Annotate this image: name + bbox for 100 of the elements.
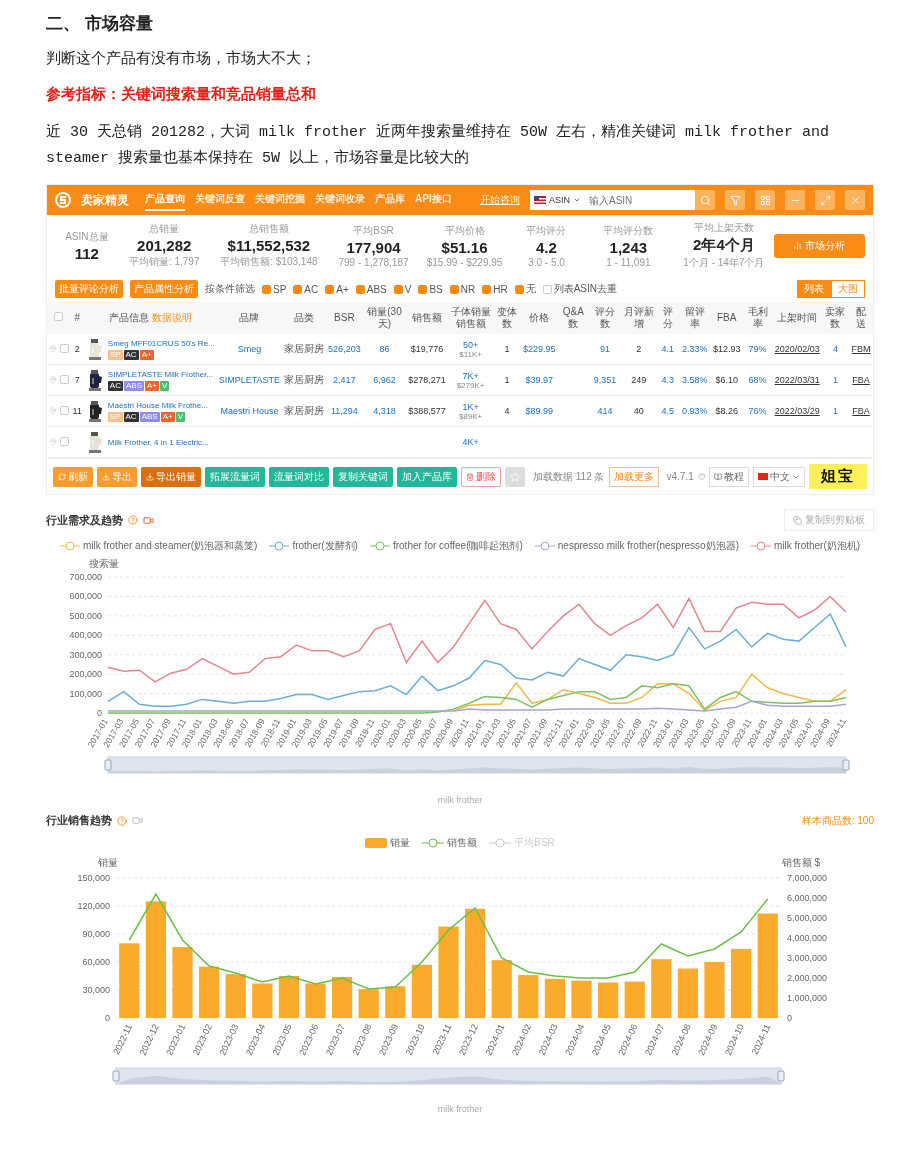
checkbox[interactable]	[262, 284, 271, 294]
axis-title: 搜索量	[89, 558, 119, 569]
tag: AC	[123, 411, 139, 422]
checkbox[interactable]	[54, 312, 64, 321]
checkbox[interactable]	[482, 284, 492, 294]
column-header[interactable]: 品类	[294, 312, 315, 324]
axis-label: 0	[97, 708, 102, 718]
legend-label[interactable]: frother(发酵剂)	[292, 539, 358, 553]
market-select[interactable]: ASIN	[530, 190, 585, 210]
axis-label: 150,000	[77, 873, 110, 883]
brand-link[interactable]: Smeg	[237, 344, 262, 354]
checkbox[interactable]	[514, 284, 524, 294]
legend-marker[interactable]	[489, 838, 512, 848]
book-icon	[714, 472, 722, 481]
maximize-button[interactable]	[815, 190, 835, 210]
help-icon[interactable]	[128, 515, 138, 525]
table-cell: 1	[832, 406, 838, 416]
help-icon[interactable]	[117, 815, 127, 826]
toolbar-button[interactable]: 删除	[461, 466, 501, 487]
table-cell: 76%	[748, 406, 767, 416]
zoom-slider[interactable]	[112, 1067, 785, 1085]
pin-icon[interactable]	[49, 406, 57, 415]
product-title[interactable]: Milk Frother, 4 in 1 Electric...	[107, 437, 209, 447]
table-cell: 79%	[748, 344, 767, 354]
pin-icon[interactable]	[49, 344, 57, 353]
checkbox-label: BS	[429, 283, 443, 295]
axis-label: 5,000,000	[787, 913, 828, 923]
legend-marker[interactable]	[369, 541, 390, 551]
column-header[interactable]: 品牌	[239, 312, 260, 324]
table-cell-text: $279K+	[455, 380, 486, 390]
legend-marker[interactable]	[365, 838, 388, 848]
video-icon[interactable]	[132, 815, 143, 826]
close-button[interactable]	[845, 190, 865, 210]
table-cell: $39.97	[525, 375, 553, 385]
stat-value: $11,552,532	[227, 237, 311, 254]
language-select[interactable]: 中文	[753, 466, 805, 487]
table-cell: $6.10	[715, 375, 738, 385]
category-text: 家居厨房	[284, 374, 325, 385]
legend-label[interactable]: frother for coffee(咖啡起泡剂)	[392, 539, 523, 553]
product-title[interactable]: Smeg MFF01CRUS 50's Re...	[107, 338, 215, 348]
legend-marker[interactable]	[534, 541, 555, 551]
checkbox[interactable]	[59, 343, 69, 353]
pin-icon[interactable]	[49, 375, 57, 384]
checkbox[interactable]	[355, 284, 365, 294]
rank-number: 11	[72, 406, 82, 416]
brand-link[interactable]: SIMPLETASTE	[218, 375, 281, 385]
help-icon[interactable]	[697, 472, 705, 481]
toolbar-button[interactable]: 导出销量	[141, 466, 201, 487]
checkbox[interactable]	[449, 284, 459, 294]
checkbox[interactable]	[325, 284, 335, 294]
legend-label[interactable]: milk frother(奶泡机)	[773, 539, 861, 553]
axis-label: 6,000,000	[787, 893, 828, 903]
table-cell: $12.93	[712, 344, 741, 354]
legend-marker[interactable]	[269, 541, 290, 551]
checkbox[interactable]	[418, 284, 428, 294]
search-button[interactable]	[695, 190, 715, 210]
legend-marker[interactable]	[422, 838, 445, 848]
legend-marker[interactable]	[750, 541, 771, 551]
column-header[interactable]: #	[74, 312, 80, 324]
table-cell: $229.95	[522, 344, 556, 354]
filter-button[interactable]	[725, 190, 745, 210]
stat-note: 799 - 1,278,187	[338, 256, 409, 268]
sample-count: 样本商品数: 100	[801, 813, 874, 828]
product-title[interactable]: Maestri House Milk Frothe...	[107, 400, 208, 410]
legend-label[interactable]: 销售额	[447, 836, 478, 850]
search-field[interactable]: 输入ASIN	[585, 190, 695, 210]
table-cell: 4,318	[373, 406, 396, 416]
table-cell: 86	[379, 344, 390, 354]
legend-label[interactable]: milk frother and steamer(奶泡器和蒸笼)	[82, 539, 258, 553]
checkbox[interactable]	[59, 374, 69, 384]
legend-label[interactable]: 销量	[390, 836, 411, 850]
brand-link[interactable]: Maestri House	[220, 406, 279, 416]
table-cell: 1	[504, 375, 510, 385]
table-cell: 4	[504, 406, 510, 416]
table-cell: 4.5	[661, 406, 674, 416]
product-title[interactable]: SIMPLETASTE Milk Frother...	[107, 369, 214, 379]
checkbox[interactable]	[542, 284, 552, 294]
checkbox[interactable]	[59, 405, 69, 415]
zoom-slider[interactable]	[104, 756, 850, 774]
layout-button[interactable]	[755, 190, 775, 210]
checkbox[interactable]	[59, 436, 69, 446]
download-icon	[146, 472, 154, 481]
pin-icon[interactable]	[49, 437, 57, 446]
tutorial-button[interactable]: 教程	[709, 466, 749, 487]
table-cell-text: 4K+	[461, 437, 480, 447]
checkbox[interactable]	[393, 284, 403, 294]
legend-marker[interactable]	[59, 541, 80, 551]
checkbox[interactable]	[293, 284, 303, 294]
stat-value: 177,904	[346, 238, 401, 256]
axis-label: 3,000,000	[787, 953, 828, 963]
axis-label: 120,000	[77, 901, 110, 911]
table-cell: 2022/03/31	[774, 375, 820, 385]
table-cell: $19,776	[410, 344, 444, 354]
star-button[interactable]	[505, 466, 525, 487]
video-icon[interactable]	[143, 514, 154, 526]
column-header[interactable]: 产品信息	[108, 312, 149, 324]
legend-label[interactable]: nespresso milk frother(nespresso奶泡器)	[557, 539, 739, 553]
table-cell: 414	[597, 406, 613, 416]
minimize-button[interactable]	[785, 190, 805, 210]
table-cell: FBM	[851, 344, 871, 354]
